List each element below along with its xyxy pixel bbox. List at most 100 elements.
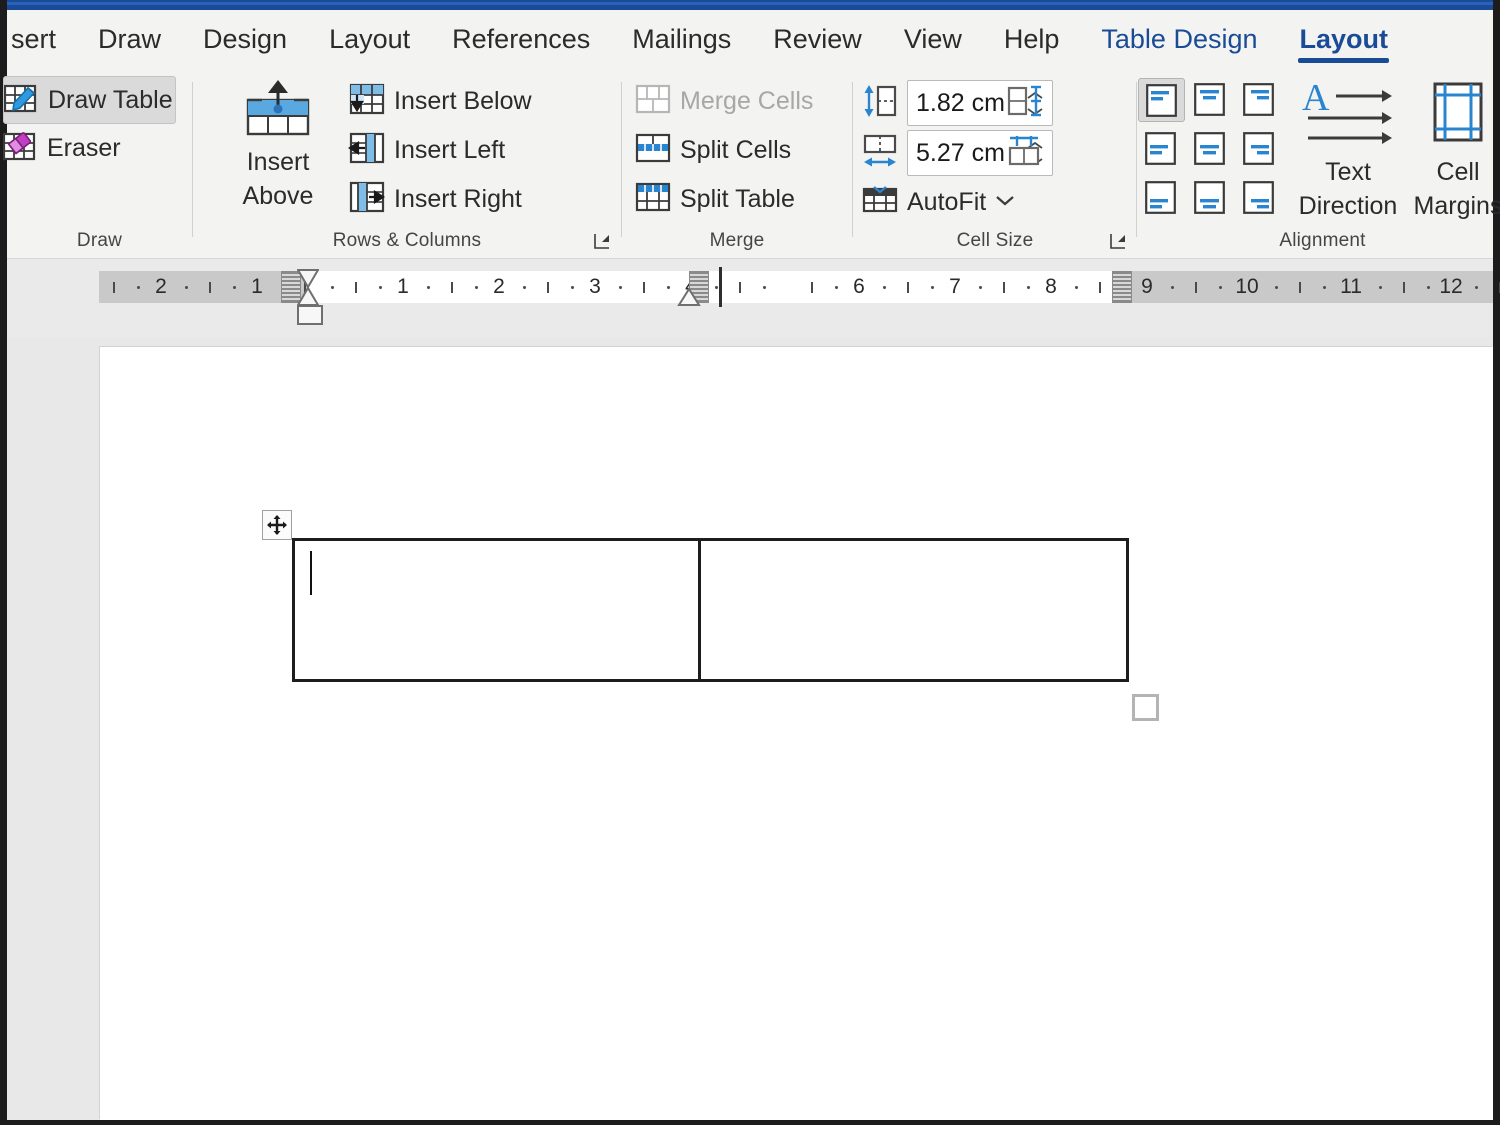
chevron-down-icon[interactable]: [994, 193, 1016, 212]
align-center-left-button[interactable]: [1138, 127, 1183, 169]
split-table-label: Split Table: [680, 185, 795, 214]
tab-layout[interactable]: Layout: [308, 10, 431, 68]
tab-table-layout[interactable]: Layout: [1278, 10, 1409, 68]
ruler-label: 1: [397, 271, 409, 303]
ruler-area: 2 1 1 2 3: [7, 259, 1493, 337]
align-top-right-button[interactable]: [1236, 78, 1281, 120]
tab-draw[interactable]: Draw: [77, 10, 182, 68]
tab-table-design[interactable]: Table Design: [1080, 10, 1278, 68]
tab-review[interactable]: Review: [752, 10, 883, 68]
insert-left-button[interactable]: Insert Left: [348, 127, 505, 173]
right-indent-marker[interactable]: [677, 287, 699, 304]
ruler-label: 1: [251, 271, 263, 303]
ribbon-group-alignment: A Text Direction: [1138, 68, 1500, 258]
table-column-marker[interactable]: [1112, 271, 1132, 303]
insert-above-icon: [242, 78, 314, 145]
insert-right-button[interactable]: Insert Right: [348, 176, 522, 222]
align-center-right-button[interactable]: [1236, 127, 1281, 169]
tab-view[interactable]: View: [883, 10, 983, 68]
group-separator: [1136, 82, 1137, 237]
align-bottom-right-button[interactable]: [1236, 176, 1281, 218]
left-indent-marker[interactable]: [297, 305, 323, 325]
ruler-label: 8: [1045, 271, 1057, 303]
split-cells-label: Split Cells: [680, 136, 791, 165]
ribbon-group-cell-size: AutoFit Cell Size: [853, 68, 1137, 258]
split-cells-button[interactable]: Split Cells: [634, 127, 791, 173]
table-resize-handle[interactable]: [1132, 694, 1159, 721]
align-top-center-icon: [1194, 83, 1225, 116]
tab-label: sert: [11, 24, 56, 54]
tab-label: Review: [773, 24, 862, 54]
distribute-rows-icon[interactable]: [1005, 82, 1043, 125]
tab-label: Design: [203, 24, 287, 54]
tab-insert[interactable]: sert: [7, 10, 77, 68]
document-page[interactable]: [100, 347, 1493, 1120]
autofit-button[interactable]: AutoFit: [861, 180, 1016, 224]
ribbon: Draw Table Eraser: [7, 68, 1493, 259]
cell-margins-button[interactable]: Cell Margins: [1403, 80, 1500, 223]
draw-table-icon: [4, 81, 40, 120]
align-top-left-icon: [1146, 84, 1177, 117]
insert-right-label: Insert Right: [394, 185, 522, 214]
insert-left-label: Insert Left: [394, 136, 505, 165]
tab-help[interactable]: Help: [983, 10, 1081, 68]
ruler-label: 7: [949, 271, 961, 303]
tab-references[interactable]: References: [431, 10, 611, 68]
rows-columns-dialog-launcher[interactable]: [593, 232, 611, 250]
tab-design[interactable]: Design: [182, 10, 308, 68]
eraser-button[interactable]: Eraser: [3, 126, 174, 170]
move-cross-icon: [267, 515, 287, 535]
align-bottom-left-button[interactable]: [1138, 176, 1183, 218]
row-height-input[interactable]: [908, 88, 1018, 119]
split-cells-icon: [634, 130, 672, 171]
merge-cells-button[interactable]: Merge Cells: [634, 78, 813, 124]
group-label-cell-size: Cell Size: [853, 230, 1137, 252]
insert-below-button[interactable]: Insert Below: [348, 78, 532, 124]
first-line-indent-marker[interactable]: [297, 269, 317, 286]
text-direction-button[interactable]: A Text Direction: [1293, 80, 1403, 223]
table-column-width-control: [861, 130, 1053, 176]
align-bottom-center-button[interactable]: [1187, 176, 1232, 218]
active-tab-underline: [1298, 58, 1389, 63]
align-top-right-icon: [1243, 83, 1274, 116]
insert-above-label-line1: Insert: [247, 145, 310, 179]
insert-below-label: Insert Below: [394, 87, 532, 116]
right-margin-line: [719, 267, 722, 307]
cell-margins-label-line2: Margins: [1414, 189, 1500, 223]
table-move-handle[interactable]: [262, 510, 292, 540]
insert-above-button[interactable]: Insert Above: [218, 78, 338, 228]
align-top-center-button[interactable]: [1187, 78, 1232, 120]
tab-label: View: [904, 24, 962, 54]
distribute-columns-icon[interactable]: [1005, 132, 1043, 175]
insert-left-icon: [348, 130, 386, 171]
ruler-label: 9: [1141, 271, 1153, 303]
tab-label: Mailings: [632, 24, 731, 54]
insert-right-icon: [348, 179, 386, 220]
group-label-rows-columns: Rows & Columns: [193, 230, 621, 252]
split-table-button[interactable]: Split Table: [634, 176, 795, 222]
cell-size-dialog-launcher[interactable]: [1109, 232, 1127, 250]
split-table-icon: [634, 179, 672, 220]
tab-mailings[interactable]: Mailings: [611, 10, 752, 68]
text-caret: [310, 551, 312, 595]
table-column-divider[interactable]: [698, 541, 701, 679]
ribbon-group-draw: Draw Table Eraser: [7, 68, 192, 258]
align-top-left-button[interactable]: [1138, 78, 1185, 122]
eraser-label: Eraser: [47, 134, 121, 163]
insert-above-label-line2: Above: [243, 179, 314, 213]
hanging-indent-marker[interactable]: [297, 287, 317, 304]
autofit-icon: [861, 181, 899, 224]
word-window: sert Draw Design Layout References Maili…: [0, 0, 1500, 1125]
ruler-label: 12: [1439, 271, 1462, 303]
document-table[interactable]: [292, 538, 1129, 682]
draw-table-button[interactable]: Draw Table: [3, 76, 176, 124]
merge-cells-icon: [634, 81, 672, 122]
tab-label: Table Design: [1101, 24, 1257, 54]
column-width-input[interactable]: [908, 138, 1018, 169]
cell-margins-icon: [1427, 80, 1489, 155]
autofit-label: AutoFit: [907, 188, 986, 217]
tab-label: Draw: [98, 24, 161, 54]
align-center-left-icon: [1145, 132, 1176, 165]
ruler-label: 2: [155, 271, 167, 303]
align-center-button[interactable]: [1187, 127, 1232, 169]
